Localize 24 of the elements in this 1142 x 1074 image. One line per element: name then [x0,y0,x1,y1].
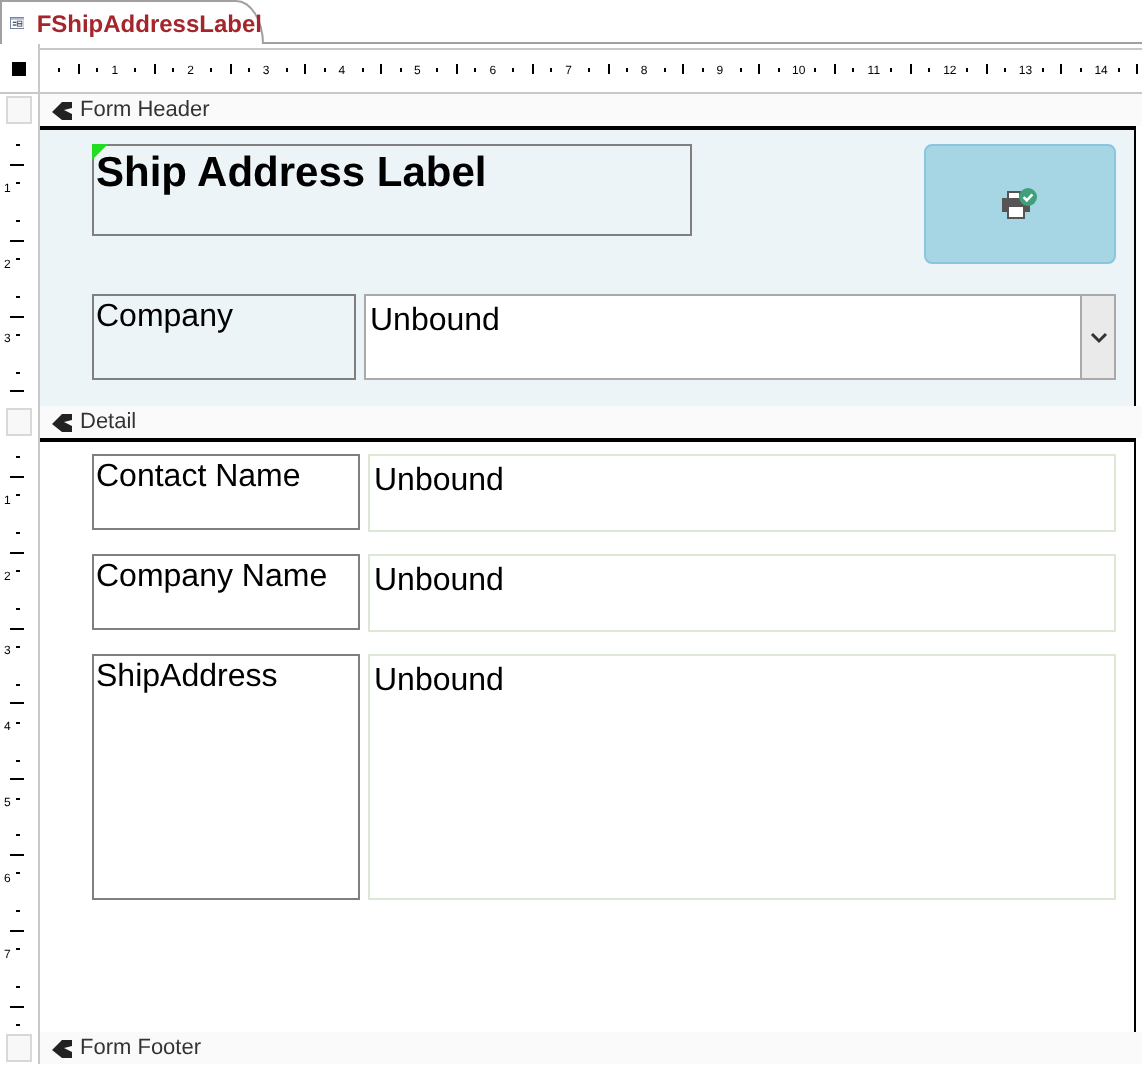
text-box[interactable]: Unbound [368,454,1116,532]
printer-icon [1002,188,1038,220]
form-title-label[interactable]: Ship Address Label [92,144,692,236]
section-selector[interactable] [6,408,32,436]
section-selector[interactable] [6,1034,32,1062]
chevron-down-icon [1089,331,1107,343]
document-tab[interactable]: FShipAddressLabel [0,0,264,44]
form-selector[interactable] [12,61,26,75]
arrow-icon [52,1039,72,1057]
text-box[interactable]: Unbound [368,654,1116,900]
arrow-icon [52,413,72,431]
section-selector[interactable] [6,96,32,124]
field-label[interactable]: ShipAddress [92,654,360,900]
combo-box[interactable]: Unbound [364,294,1116,380]
section-bar[interactable]: Form Footer [40,1032,1142,1064]
field-label[interactable]: Company Name [92,554,360,630]
text-box[interactable]: Unbound [368,554,1116,632]
arrow-icon [52,101,72,119]
section-bar[interactable]: Detail [40,406,1142,438]
print-button[interactable] [924,144,1116,264]
dropdown-button[interactable] [1080,296,1114,378]
field-label[interactable]: Company [92,294,356,380]
section-bar[interactable]: Form Header [40,94,1142,126]
field-label[interactable]: Contact Name [92,454,360,530]
